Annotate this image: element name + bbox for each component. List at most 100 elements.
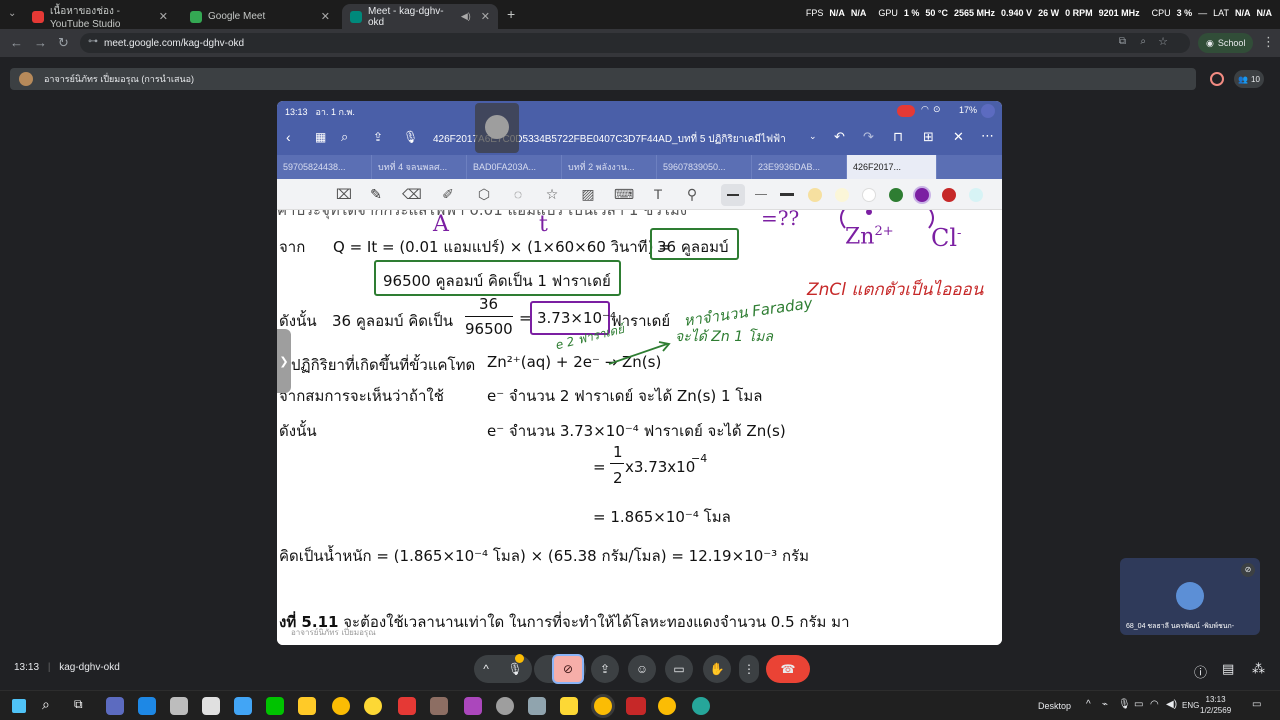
- close-tab-icon[interactable]: ✕: [321, 10, 330, 23]
- url-omnibox[interactable]: ⊶ meet.google.com/kag-dghv-okd ⧉ ⌕ ☆: [80, 33, 1190, 53]
- mute-tab-icon[interactable]: ◀): [461, 11, 471, 22]
- share-icon[interactable]: ⇪: [373, 130, 383, 144]
- chrome-active-icon[interactable]: [594, 697, 612, 715]
- lasso-icon[interactable]: ◌: [507, 184, 529, 204]
- color-swatch-icon[interactable]: [808, 188, 822, 202]
- color-swatch-icon[interactable]: [889, 188, 903, 202]
- tab-youtube-studio[interactable]: เนื้อหาของช่อง - YouTube Studio ✕: [24, 4, 176, 30]
- participants-button[interactable]: 👥 10: [1234, 70, 1264, 88]
- color-swatch-icon[interactable]: [942, 188, 956, 202]
- url-text[interactable]: meet.google.com/kag-dghv-okd: [104, 38, 244, 49]
- line-app-icon[interactable]: [266, 697, 284, 715]
- activities-icon[interactable]: ⁂: [1252, 661, 1265, 677]
- tray-chevron-icon[interactable]: ^: [1086, 699, 1091, 710]
- recording-icon[interactable]: [1210, 72, 1224, 86]
- app-icon[interactable]: [626, 697, 646, 715]
- keyboard-icon[interactable]: ⌨: [613, 184, 635, 204]
- app-icon[interactable]: [464, 697, 482, 715]
- language-indicator[interactable]: ENG: [1182, 701, 1199, 710]
- laser-pointer-icon[interactable]: ⚲: [681, 184, 703, 204]
- tab-search-chevron-icon[interactable]: ⌄: [8, 8, 16, 19]
- app-icon[interactable]: [170, 697, 188, 715]
- chrome-icon[interactable]: [658, 697, 676, 715]
- wifi-icon[interactable]: ◠: [1150, 699, 1159, 710]
- microphone-icon[interactable]: 🎙: [507, 662, 522, 676]
- color-swatch-icon[interactable]: [835, 188, 849, 202]
- grid-icon[interactable]: ▦: [315, 130, 326, 144]
- chrome-icon[interactable]: [332, 697, 350, 715]
- doc-tab[interactable]: 59705824438...: [277, 155, 372, 179]
- microphone-icon[interactable]: 🎙: [403, 130, 418, 144]
- app-icon[interactable]: [430, 697, 448, 715]
- close-tab-icon[interactable]: ✕: [481, 10, 490, 23]
- search-icon[interactable]: ⌕: [341, 129, 348, 145]
- close-icon[interactable]: ✕: [953, 129, 964, 145]
- doc-tab-active[interactable]: 426F2017...: [847, 155, 937, 179]
- task-view-icon[interactable]: ⧉: [74, 697, 83, 712]
- taskbar-clock[interactable]: 13:13 1/2/2569: [1200, 694, 1231, 716]
- thickness-line-icon[interactable]: [780, 193, 794, 196]
- tray-icon[interactable]: ⌁: [1102, 699, 1108, 710]
- color-swatch-selected-icon[interactable]: [915, 188, 929, 202]
- app-icon[interactable]: [364, 697, 382, 715]
- doc-tab[interactable]: 59607839050...: [657, 155, 752, 179]
- captions-button[interactable]: ▭: [665, 655, 693, 683]
- translate-icon[interactable]: ⧉: [1119, 36, 1126, 47]
- text-select-icon[interactable]: ⌧: [333, 184, 355, 204]
- leave-call-button[interactable]: ☎: [766, 655, 810, 683]
- windows-start-icon[interactable]: [12, 699, 26, 713]
- doc-tab[interactable]: BAD0FA203A...: [467, 155, 562, 179]
- minimize-icon[interactable]: —: [1198, 8, 1207, 18]
- thickness-line-icon[interactable]: [755, 194, 767, 195]
- meeting-details-icon[interactable]: ⓘ: [1194, 662, 1207, 681]
- raise-hand-button[interactable]: ✋: [703, 655, 731, 683]
- more-options-button[interactable]: ⋮: [739, 655, 759, 683]
- reload-icon[interactable]: ↻: [58, 35, 69, 51]
- image-icon[interactable]: ▨: [577, 184, 599, 204]
- eraser-icon[interactable]: ⌫: [401, 184, 423, 204]
- doc-tab[interactable]: บทที่ 2 พลังงาน...: [562, 155, 657, 179]
- search-icon[interactable]: ⌕: [42, 696, 50, 713]
- file-explorer-icon[interactable]: [298, 697, 316, 715]
- present-button[interactable]: ⇪: [591, 655, 619, 683]
- doc-tab[interactable]: 23E9936DAB...: [752, 155, 847, 179]
- browser-menu-icon[interactable]: ⋮: [1262, 34, 1275, 50]
- forward-arrow-icon[interactable]: →: [34, 35, 47, 50]
- pen-icon[interactable]: ✎: [365, 184, 387, 204]
- add-page-icon[interactable]: ⊞: [923, 129, 934, 145]
- tray-mic-icon[interactable]: 🎙: [1118, 699, 1131, 710]
- camera-off-icon[interactable]: ⊘: [552, 654, 584, 684]
- new-tab-button[interactable]: +: [507, 6, 515, 22]
- undo-icon[interactable]: ↶: [834, 129, 845, 145]
- tab-google-meet[interactable]: Google Meet ✕: [182, 4, 338, 29]
- app-icon[interactable]: [202, 697, 220, 715]
- app-icon[interactable]: [138, 697, 156, 715]
- sticker-icon[interactable]: ☆: [541, 184, 563, 204]
- color-swatch-icon[interactable]: [862, 188, 876, 202]
- network-icon[interactable]: ▭: [1134, 699, 1143, 710]
- site-info-icon[interactable]: ⊶: [88, 36, 98, 47]
- title-dropdown-icon[interactable]: ⌄: [809, 131, 817, 142]
- redo-icon[interactable]: ↷: [863, 129, 874, 145]
- volume-icon[interactable]: ◀): [1166, 699, 1177, 710]
- mic-options-chevron-icon[interactable]: ^: [483, 662, 489, 676]
- back-arrow-icon[interactable]: ←: [10, 35, 23, 50]
- app-icon[interactable]: [106, 697, 124, 715]
- calculator-icon[interactable]: [528, 697, 546, 715]
- chat-icon[interactable]: ▤: [1222, 661, 1234, 677]
- app-icon[interactable]: [398, 697, 416, 715]
- notification-icon[interactable]: ▭: [1252, 699, 1261, 710]
- emoji-button[interactable]: ☺: [628, 655, 656, 683]
- color-swatch-icon[interactable]: [969, 188, 983, 202]
- profile-button[interactable]: ◉ School: [1198, 33, 1254, 53]
- textbox-icon[interactable]: T: [647, 184, 669, 204]
- doc-tab[interactable]: บทที่ 4 จลนพลศ...: [372, 155, 467, 179]
- desktop-toolbar[interactable]: Desktop: [1038, 701, 1071, 711]
- tab-meet-active[interactable]: Meet - kag-dghv-okd ◀) ✕: [342, 4, 498, 29]
- app-icon[interactable]: [496, 697, 514, 715]
- page-panel-handle[interactable]: ❯: [277, 329, 291, 393]
- zoom-icon[interactable]: ⌕: [1140, 36, 1146, 47]
- back-icon[interactable]: ‹: [286, 129, 291, 145]
- bookmark-icon[interactable]: ⊓: [893, 129, 903, 145]
- shapes-icon[interactable]: ⬡: [473, 184, 495, 204]
